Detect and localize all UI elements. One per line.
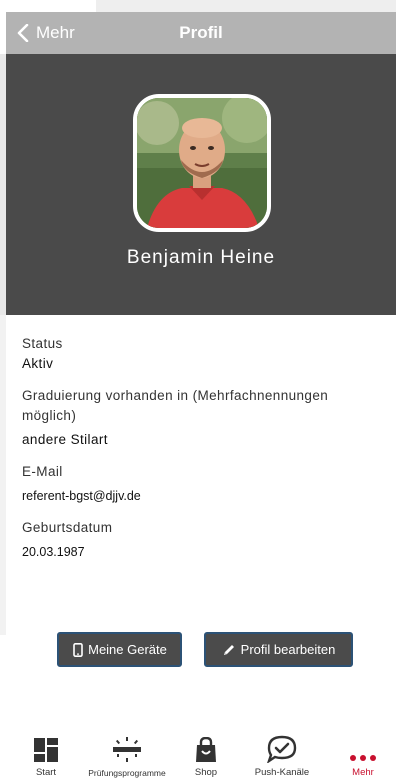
app-screen: Mehr Profil Benjamin Heine Status Aktiv …: [0, 0, 396, 780]
shopping-bag-icon: [196, 737, 216, 762]
profile-name: Benjamin Heine: [126, 247, 276, 268]
avatar: [133, 94, 271, 232]
tab-bar: Start Prüfungsprogramme Shop Push-Kanäle…: [0, 728, 396, 780]
tab-label: Start: [35, 767, 57, 778]
tab-mehr[interactable]: Mehr: [346, 735, 380, 778]
birthdate-label: Geburtsdatum: [22, 520, 113, 535]
edge-strip: [0, 315, 6, 635]
tab-pruefungsprogramme[interactable]: Prüfungsprogramme: [84, 736, 170, 778]
back-button[interactable]: Mehr: [16, 12, 75, 54]
graduation-value: andere Stilart: [22, 432, 108, 447]
page-title: Profil: [179, 23, 223, 42]
email-label: E-Mail: [22, 464, 63, 479]
back-button-label: Mehr: [36, 23, 75, 42]
tab-shop[interactable]: Shop: [189, 735, 223, 778]
tab-push-kanaele[interactable]: Push-Kanäle: [250, 735, 314, 778]
profile-header: Benjamin Heine: [6, 54, 396, 315]
status-value: Aktiv: [22, 356, 54, 371]
chat-check-icon: [267, 735, 297, 763]
my-devices-label: Meine Geräte: [88, 642, 167, 657]
tab-label: Prüfungsprogramme: [88, 768, 166, 778]
dashboard-icon: [34, 738, 58, 762]
tab-start[interactable]: Start: [30, 735, 62, 778]
tab-label: Push-Kanäle: [254, 767, 310, 778]
navigation-bar: Mehr Profil: [6, 12, 396, 54]
edit-profile-label: Profil bearbeiten: [240, 642, 336, 657]
phone-icon: [73, 642, 83, 657]
birthdate-value: 20.03.1987: [22, 545, 85, 559]
chevron-left-icon: [17, 24, 29, 42]
graduation-label: Graduierung vorhanden in (Mehrfachnennun…: [22, 388, 329, 423]
status-bar: [96, 0, 396, 12]
email-value: referent-bgst@djjv.de: [22, 489, 141, 503]
profile-info-list: Status Aktiv Graduierung vorhanden in (M…: [22, 334, 382, 562]
tab-label: Mehr: [352, 767, 374, 778]
my-devices-button[interactable]: Meine Geräte: [57, 632, 182, 667]
pencil-icon: [223, 644, 234, 655]
profile-photo: [137, 98, 267, 228]
tab-label: Shop: [194, 767, 218, 778]
status-label: Status: [22, 336, 63, 351]
belt-icon: [113, 737, 141, 762]
more-dots-icon: [350, 755, 376, 761]
edit-profile-button[interactable]: Profil bearbeiten: [204, 632, 353, 667]
